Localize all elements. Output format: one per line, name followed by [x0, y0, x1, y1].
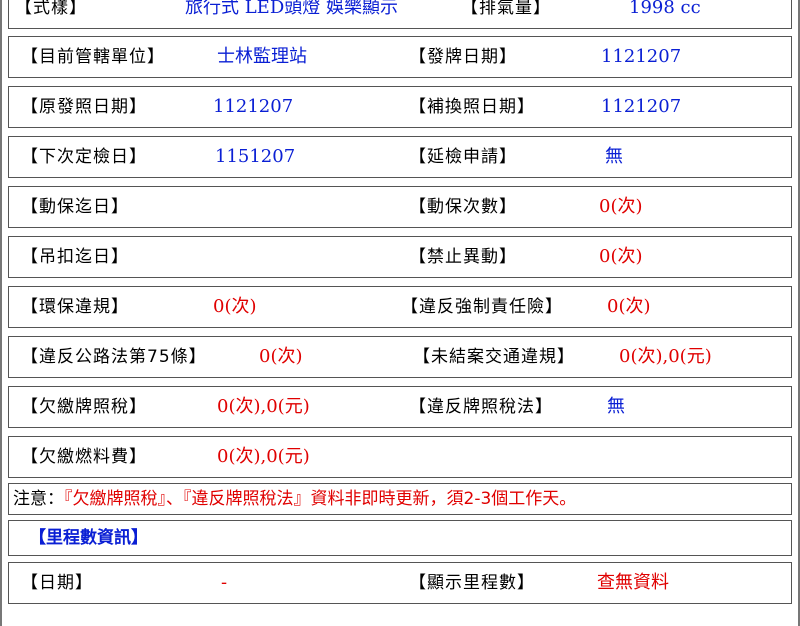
style-label: 【式樣】	[15, 0, 87, 18]
unpaid-license-tax-label: 【欠繳牌照稅】	[21, 397, 147, 417]
highway-act-violation-label: 【違反公路法第75條】	[21, 347, 207, 367]
chattel-mortgage-count-value: 0(次)	[599, 196, 643, 217]
mileage-date-label: 【日期】	[21, 573, 93, 593]
jurisdiction-value: 士林監理站	[217, 46, 307, 67]
jurisdiction-label: 【目前管轄單位】	[21, 47, 165, 67]
suspension-end-label: 【吊扣迄日】	[21, 247, 129, 267]
highway-act-violation-value: 0(次)	[259, 346, 303, 367]
environmental-violation-value: 0(次)	[213, 296, 257, 317]
license-tax-act-violation-value: 無	[607, 396, 625, 417]
displayed-mileage-value: 查無資料	[597, 572, 669, 593]
pending-traffic-violation-value: 0(次),0(元)	[619, 346, 712, 367]
table-row: 【欠繳燃料費】 0(次),0(元)	[8, 436, 792, 478]
table-row: 【動保迄日】 【動保次數】 0(次)	[8, 186, 792, 228]
notice-bar: 注意：『欠繳牌照稅』、『違反牌照稅法』資料非即時更新，須2-3個工作天。	[8, 483, 792, 515]
mileage-row: 【日期】 - 【顯示里程數】 查無資料	[8, 562, 792, 604]
original-license-date-value: 1121207	[213, 96, 294, 117]
pending-traffic-violation-label: 【未結案交通違規】	[413, 347, 575, 367]
chattel-mortgage-end-label: 【動保迄日】	[21, 197, 129, 217]
unpaid-fuel-fee-value: 0(次),0(元)	[217, 446, 310, 467]
transfer-ban-value: 0(次)	[599, 246, 643, 267]
mileage-date-value: -	[221, 572, 228, 593]
inspection-extension-label: 【延檢申請】	[409, 147, 517, 167]
insurance-violation-label: 【違反強制責任險】	[401, 297, 563, 317]
table-row: 【原發照日期】 1121207 【補換照日期】 1121207	[8, 86, 792, 128]
unpaid-fuel-fee-label: 【欠繳燃料費】	[21, 447, 147, 467]
plate-issue-date-label: 【發牌日期】	[409, 47, 517, 67]
table-row: 【式樣】 旅行式 LED頭燈 娛樂顯示 【排氣量】 1998 cc	[8, 0, 792, 29]
table-row: 【欠繳牌照稅】 0(次),0(元) 【違反牌照稅法】 無	[8, 386, 792, 428]
next-inspection-label: 【下次定檢日】	[21, 147, 147, 167]
notice-label: 注意：	[13, 489, 64, 509]
notice-text: 『欠繳牌照稅』、『違反牌照稅法』資料非即時更新，須2-3個工作天。	[64, 489, 577, 509]
reissue-date-value: 1121207	[601, 96, 682, 117]
style-value: 旅行式 LED頭燈 娛樂顯示	[185, 0, 398, 18]
table-row: 【下次定檢日】 1151207 【延檢申請】 無	[8, 136, 792, 178]
table-row: 【目前管轄單位】 士林監理站 【發牌日期】 1121207	[8, 36, 792, 78]
inspection-extension-value: 無	[605, 146, 623, 167]
displacement-value: 1998 cc	[629, 0, 701, 18]
license-tax-act-violation-label: 【違反牌照稅法】	[409, 397, 553, 417]
displacement-label: 【排氣量】	[461, 0, 551, 18]
chattel-mortgage-count-label: 【動保次數】	[409, 197, 517, 217]
unpaid-license-tax-value: 0(次),0(元)	[217, 396, 310, 417]
original-license-date-label: 【原發照日期】	[21, 97, 147, 117]
insurance-violation-value: 0(次)	[607, 296, 651, 317]
next-inspection-value: 1151207	[215, 146, 296, 167]
table-row: 【違反公路法第75條】 0(次) 【未結案交通違規】 0(次),0(元)	[8, 336, 792, 378]
environmental-violation-label: 【環保違規】	[21, 297, 129, 317]
mileage-section-title: 【里程數資訊】	[8, 520, 792, 556]
reissue-date-label: 【補換照日期】	[409, 97, 535, 117]
displayed-mileage-label: 【顯示里程數】	[409, 573, 535, 593]
table-row: 【吊扣迄日】 【禁止異動】 0(次)	[8, 236, 792, 278]
transfer-ban-label: 【禁止異動】	[409, 247, 517, 267]
plate-issue-date-value: 1121207	[601, 46, 682, 67]
table-row: 【環保違規】 0(次) 【違反強制責任險】 0(次)	[8, 286, 792, 328]
